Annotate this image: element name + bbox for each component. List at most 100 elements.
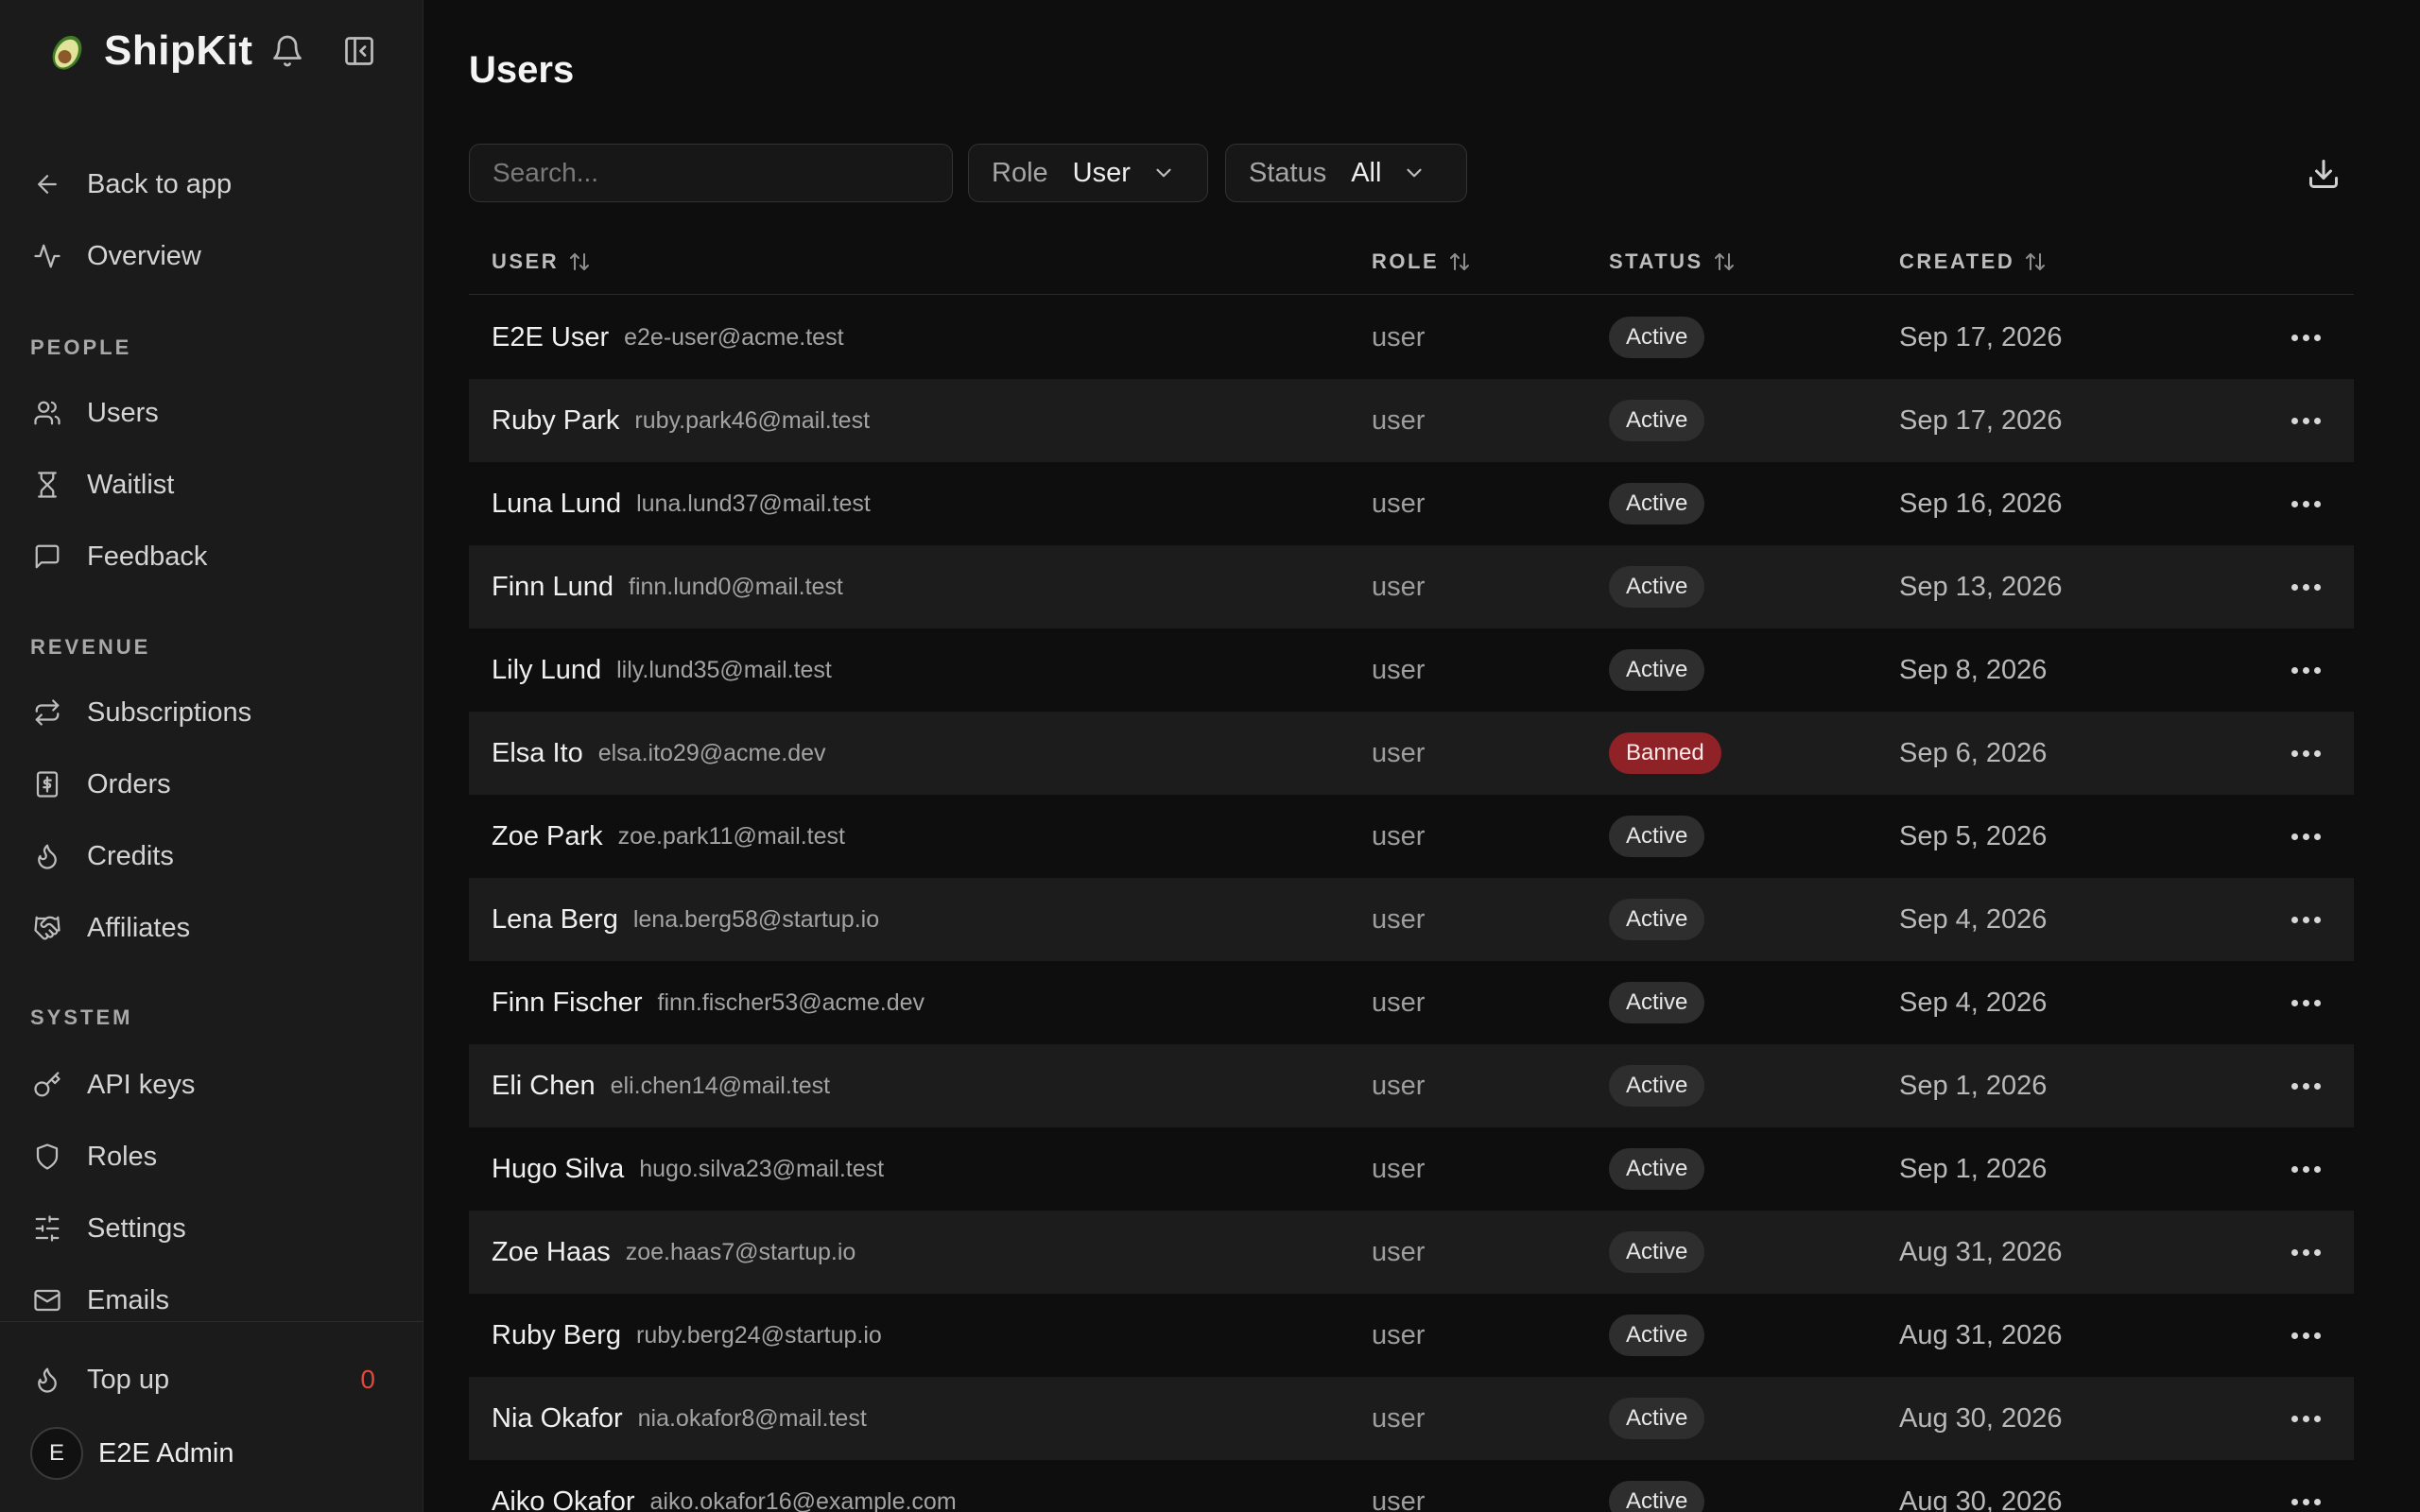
download-icon[interactable] (2307, 157, 2341, 191)
user-email: ruby.park46@mail.test (634, 406, 871, 434)
user-name: Aiko Okafor (492, 1486, 635, 1512)
table-row[interactable]: Lena Berg lena.berg58@startup.io user Ac… (469, 878, 2354, 961)
row-actions-button[interactable] (2280, 1377, 2331, 1460)
status-cell: Active (1609, 379, 1705, 462)
table-row[interactable]: Ruby Park ruby.park46@mail.test user Act… (469, 379, 2354, 462)
user-role: user (1372, 571, 1426, 602)
sidebar-item-roles[interactable]: Roles (30, 1130, 399, 1183)
back-to-app-link[interactable]: Back to app (30, 158, 399, 211)
more-icon (2290, 1332, 2321, 1339)
section-label-people: PEOPLE (30, 335, 132, 359)
sidebar-item-waitlist[interactable]: Waitlist (30, 458, 399, 511)
row-actions-button[interactable] (2280, 545, 2331, 628)
status-badge: Active (1609, 1481, 1705, 1512)
sidebar-item-label: Subscriptions (87, 696, 252, 728)
table-row[interactable]: Nia Okafor nia.okafor8@mail.test user Ac… (469, 1377, 2354, 1460)
user-name: Ruby Berg (492, 1319, 622, 1350)
role-filter[interactable]: Role User (968, 144, 1208, 202)
flame-icon (30, 839, 64, 873)
brand[interactable]: ShipKit (43, 26, 252, 76)
table-row[interactable]: Elsa Ito elsa.ito29@acme.dev user Banned… (469, 712, 2354, 795)
sidebar-item-affiliates[interactable]: Affiliates (30, 902, 399, 954)
column-header-user[interactable]: USER (492, 249, 591, 274)
more-icon (2290, 500, 2321, 507)
status-cell: Active (1609, 628, 1705, 712)
created-date: Sep 1, 2026 (1899, 1070, 2048, 1101)
table-row[interactable]: Ruby Berg ruby.berg24@startup.io user Ac… (469, 1294, 2354, 1377)
chevron-down-icon (1156, 168, 1171, 178)
row-actions-button[interactable] (2280, 712, 2331, 795)
role-filter-value: User (1072, 157, 1131, 188)
sidebar-item-label: Feedback (87, 541, 208, 572)
row-actions-button[interactable] (2280, 1127, 2331, 1211)
table-row[interactable]: Luna Lund luna.lund37@mail.test user Act… (469, 462, 2354, 545)
user-cell: Zoe Park zoe.park11@mail.test (492, 795, 845, 878)
column-header-role[interactable]: ROLE (1372, 249, 1471, 274)
sidebar-item-subscriptions[interactable]: Subscriptions (30, 686, 399, 739)
account-menu[interactable]: E E2E Admin (30, 1427, 233, 1480)
user-email: luna.lund37@mail.test (636, 490, 871, 517)
bell-icon[interactable] (270, 34, 304, 68)
table-row[interactable]: Aiko Okafor aiko.okafor16@example.com us… (469, 1460, 2354, 1512)
table-row[interactable]: Finn Fischer finn.fischer53@acme.dev use… (469, 961, 2354, 1044)
topup-button[interactable]: Top up (30, 1353, 399, 1406)
user-role: user (1372, 654, 1426, 685)
status-badge: Active (1609, 1231, 1705, 1273)
key-icon (30, 1068, 64, 1102)
sidebar-item-credits[interactable]: Credits (30, 830, 399, 883)
sort-icon (2026, 253, 2046, 270)
status-cell: Active (1609, 1127, 1705, 1211)
table-row[interactable]: Zoe Haas zoe.haas7@startup.io user Activ… (469, 1211, 2354, 1294)
section-label-revenue: REVENUE (30, 635, 151, 659)
table-row[interactable]: Lily Lund lily.lund35@mail.test user Act… (469, 628, 2354, 712)
row-actions-button[interactable] (2280, 795, 2331, 878)
row-actions-button[interactable] (2280, 462, 2331, 545)
row-actions-button[interactable] (2280, 878, 2331, 961)
hourglass-icon (30, 468, 64, 502)
row-actions-button[interactable] (2280, 961, 2331, 1044)
row-actions-button[interactable] (2280, 628, 2331, 712)
status-cell: Active (1609, 545, 1705, 628)
user-email: eli.chen14@mail.test (610, 1072, 831, 1099)
sidebar-item-overview[interactable]: Overview (30, 230, 399, 283)
more-icon (2290, 583, 2321, 591)
row-actions-button[interactable] (2280, 1211, 2331, 1294)
sidebar-item-settings[interactable]: Settings (30, 1202, 399, 1255)
created-date: Aug 31, 2026 (1899, 1236, 2063, 1267)
table-row[interactable]: Eli Chen eli.chen14@mail.test user Activ… (469, 1044, 2354, 1127)
status-filter[interactable]: Status All (1225, 144, 1467, 202)
topup-label: Top up (87, 1364, 170, 1395)
user-role: user (1372, 987, 1426, 1018)
row-actions-button[interactable] (2280, 1044, 2331, 1127)
user-cell: Lena Berg lena.berg58@startup.io (492, 878, 879, 961)
user-name: Zoe Park (492, 820, 603, 851)
table-row[interactable]: Zoe Park zoe.park11@mail.test user Activ… (469, 795, 2354, 878)
sidebar-item-feedback[interactable]: Feedback (30, 530, 399, 583)
status-badge: Active (1609, 317, 1705, 358)
row-actions-button[interactable] (2280, 1294, 2331, 1377)
more-icon (2290, 1165, 2321, 1173)
sidebar-item-users[interactable]: Users (30, 387, 399, 439)
user-name: Finn Fischer (492, 987, 643, 1018)
created-date: Sep 6, 2026 (1899, 737, 2048, 768)
sidebar-item-api-keys[interactable]: API keys (30, 1058, 399, 1111)
sidebar-toggle-icon[interactable] (342, 34, 376, 68)
table-row[interactable]: Hugo Silva hugo.silva23@mail.test user A… (469, 1127, 2354, 1211)
status-badge: Active (1609, 1314, 1705, 1356)
sidebar-item-orders[interactable]: Orders (30, 758, 399, 811)
table-row[interactable]: Finn Lund finn.lund0@mail.test user Acti… (469, 545, 2354, 628)
search-input[interactable] (469, 144, 953, 202)
table-row[interactable]: E2E User e2e-user@acme.test user Active … (469, 296, 2354, 379)
row-actions-button[interactable] (2280, 296, 2331, 379)
column-header-created[interactable]: CREATED (1899, 249, 2047, 274)
user-name: E2E User (492, 321, 610, 352)
column-header-label: ROLE (1372, 249, 1440, 273)
row-actions-button[interactable] (2280, 1460, 2331, 1512)
user-email: e2e-user@acme.test (624, 323, 844, 351)
receipt-icon (30, 767, 64, 801)
sidebar-item-emails[interactable]: Emails (30, 1274, 399, 1327)
row-actions-button[interactable] (2280, 379, 2331, 462)
column-header-status[interactable]: STATUS (1609, 249, 1736, 274)
topup-count: 0 (360, 1365, 375, 1394)
back-to-app-label: Back to app (87, 168, 233, 199)
